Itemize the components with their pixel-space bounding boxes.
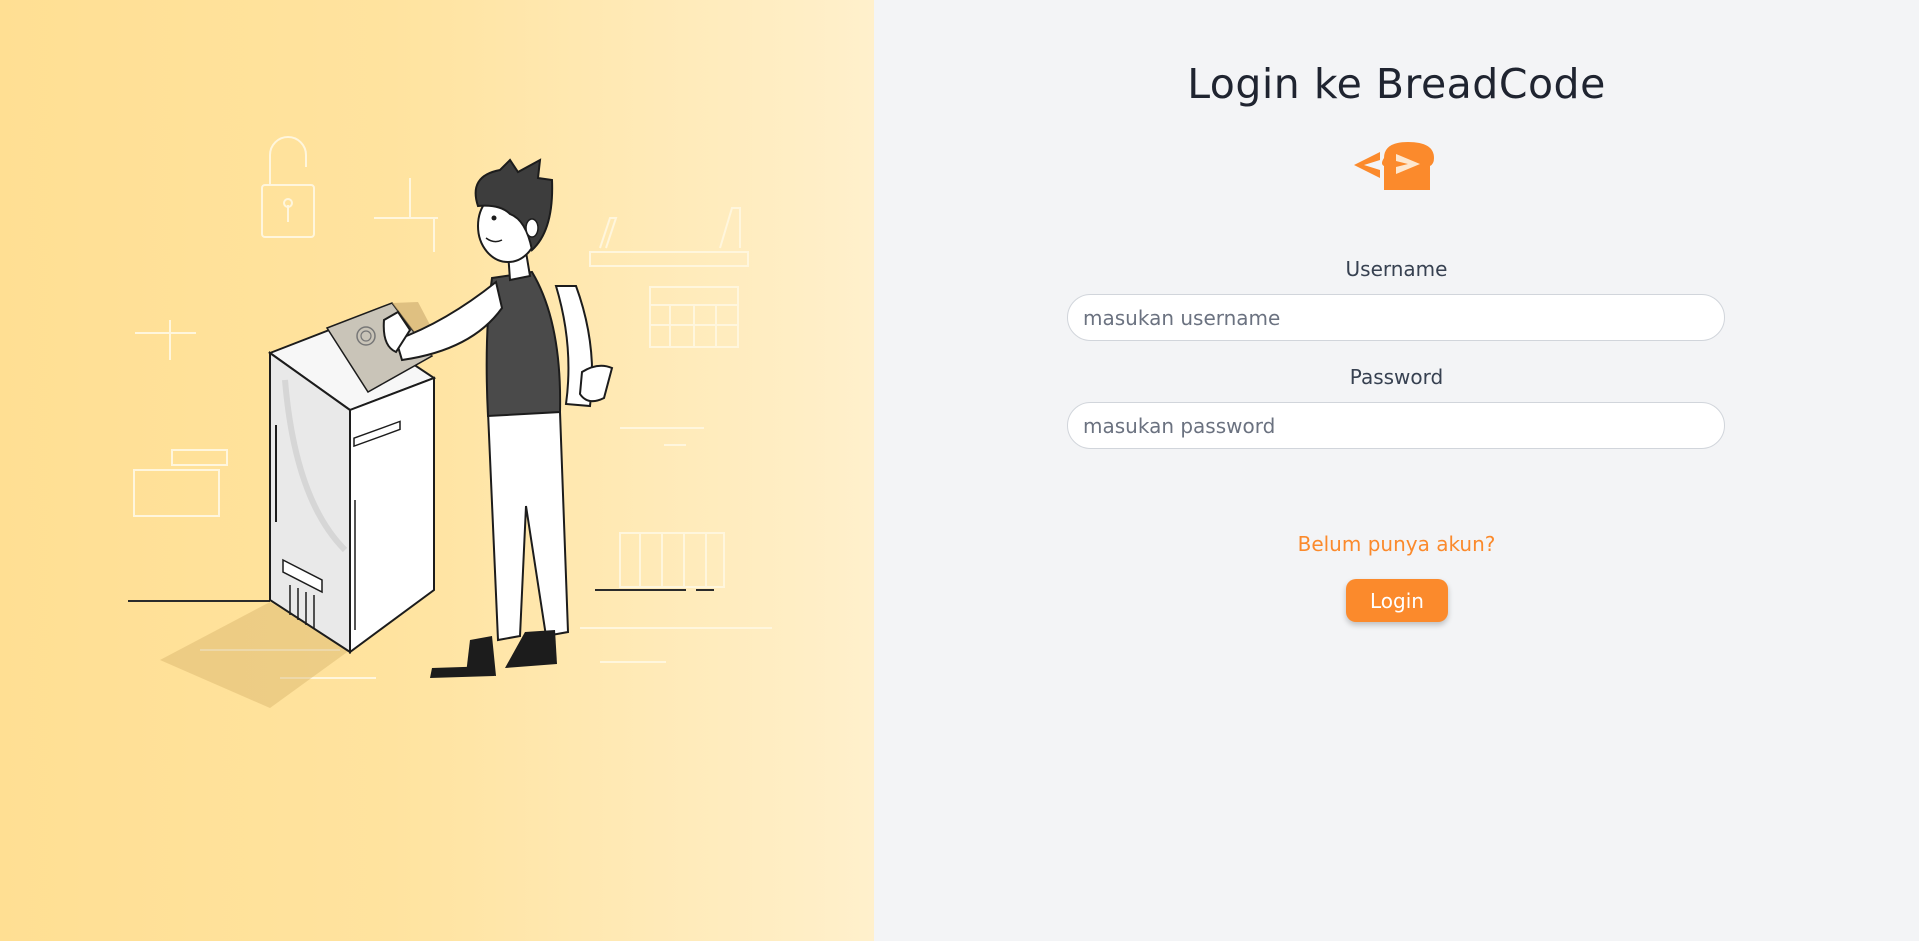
breadcode-logo-icon — [1354, 142, 1434, 190]
page-title: Login ke BreadCode — [1187, 60, 1606, 108]
username-input[interactable] — [1067, 294, 1725, 341]
register-link[interactable]: Belum punya akun? — [874, 532, 1919, 556]
illustration-panel — [0, 0, 874, 941]
password-input[interactable] — [1067, 402, 1725, 449]
username-label: Username — [1345, 257, 1448, 281]
fingerprint-scanner-illustration — [128, 136, 772, 708]
password-label: Password — [1349, 365, 1444, 389]
login-panel: Login ke BreadCode Username Password Bel… — [874, 0, 1919, 941]
login-button[interactable]: Login — [1346, 579, 1448, 622]
